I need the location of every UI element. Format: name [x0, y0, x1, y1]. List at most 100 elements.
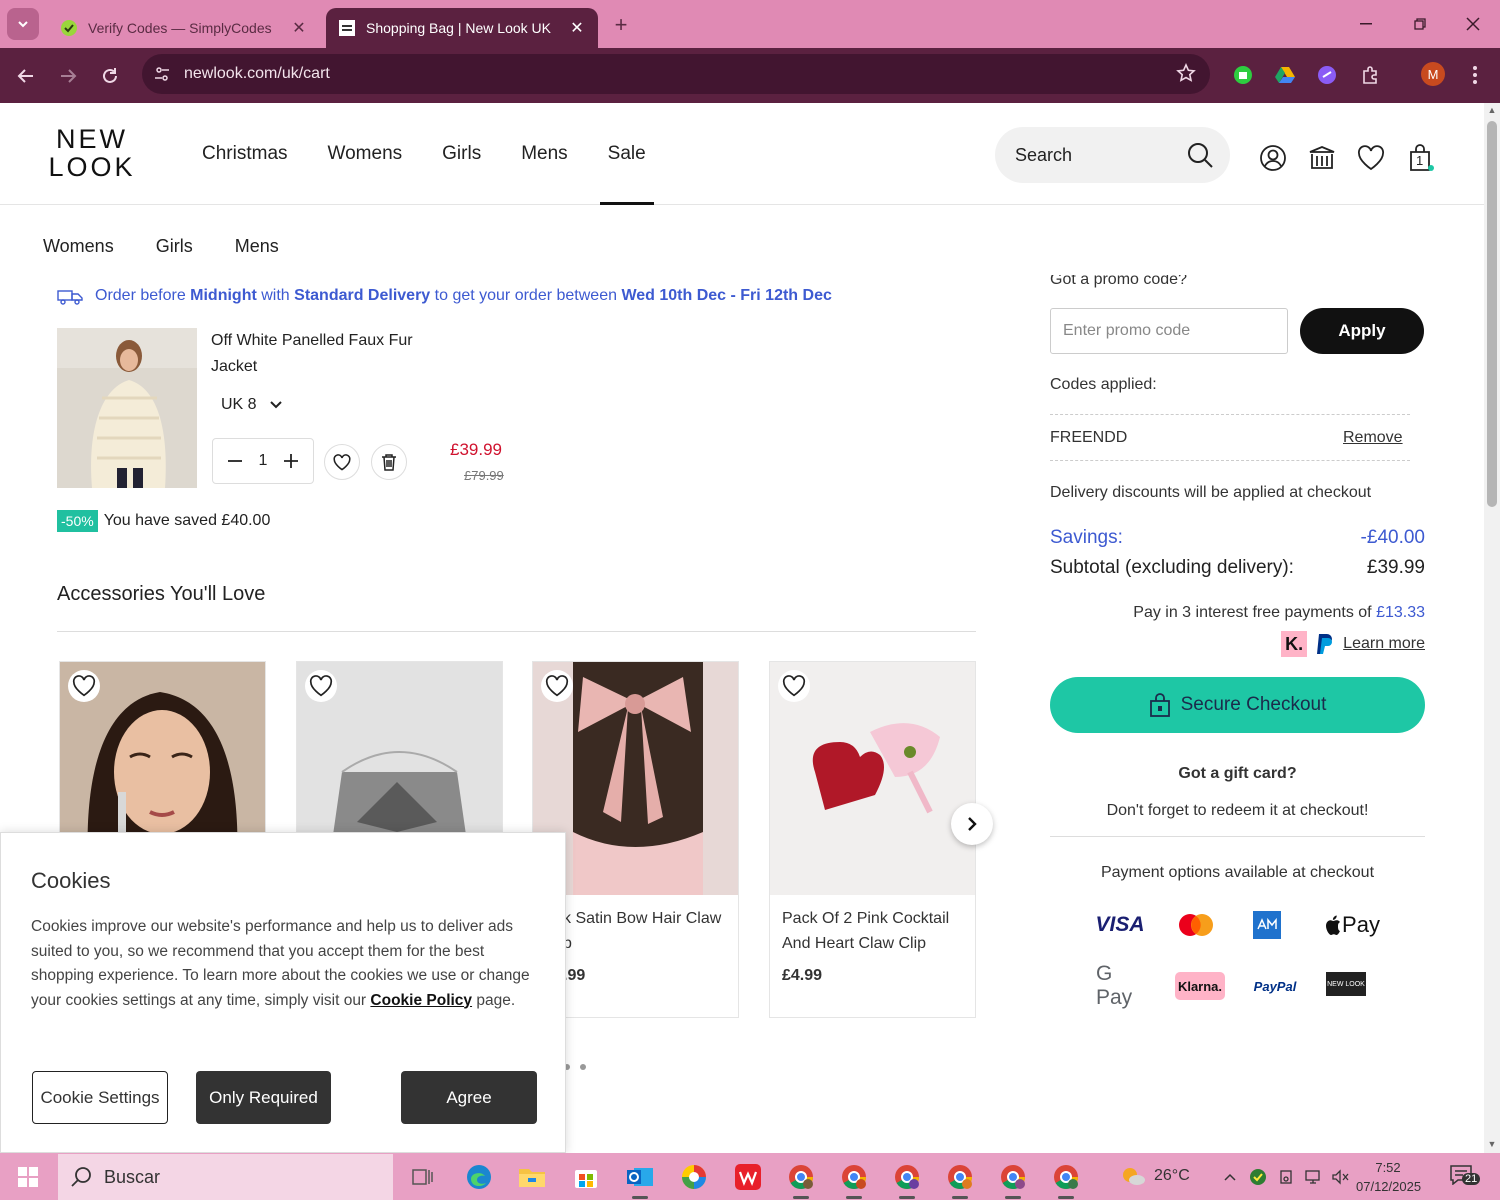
- wishlist-heart-icon[interactable]: [541, 670, 573, 702]
- learn-more-link[interactable]: Learn more: [1343, 635, 1425, 653]
- network-icon[interactable]: [1304, 1167, 1324, 1187]
- profile-avatar[interactable]: M: [1421, 62, 1445, 86]
- chevron-right-icon: [968, 817, 977, 831]
- edge-icon[interactable]: [463, 1161, 495, 1193]
- tab-title: Shopping Bag | New Look UK: [366, 20, 551, 36]
- product-card-name[interactable]: k Satin Bow Hair Claw p: [563, 906, 748, 956]
- restore-window-icon[interactable]: [1400, 8, 1440, 40]
- wishlist-heart-icon[interactable]: [305, 670, 337, 702]
- remove-item-button[interactable]: [371, 444, 407, 480]
- secure-checkout-button[interactable]: Secure Checkout: [1050, 677, 1425, 733]
- remove-code-link[interactable]: Remove: [1343, 429, 1403, 447]
- device-icon[interactable]: [1276, 1167, 1296, 1187]
- bnpl-row: K. Learn more: [1270, 630, 1425, 658]
- chrome-profile-m2-icon[interactable]: [891, 1161, 923, 1199]
- minimize-window-icon[interactable]: [1346, 8, 1386, 40]
- bookmark-star-icon[interactable]: [1176, 63, 1196, 83]
- system-clock[interactable]: 7:52 07/12/2025: [1356, 1158, 1422, 1196]
- decrease-quantity-button[interactable]: [227, 453, 243, 469]
- subnav-mens[interactable]: Mens: [214, 221, 300, 271]
- agree-button[interactable]: Agree: [401, 1071, 537, 1124]
- product-card[interactable]: Pack Of 2 Pink Cocktail And Heart Claw C…: [769, 661, 976, 1018]
- divider: [1050, 836, 1425, 837]
- product-image[interactable]: [57, 328, 197, 488]
- task-view-icon[interactable]: [406, 1161, 438, 1193]
- only-required-button[interactable]: Only Required: [196, 1071, 331, 1124]
- taskbar-search[interactable]: Buscar: [58, 1154, 393, 1200]
- increase-quantity-button[interactable]: [283, 453, 299, 469]
- browser-menu-icon[interactable]: [1462, 62, 1488, 88]
- nav-sale[interactable]: Sale: [588, 103, 666, 205]
- heart-icon: [333, 453, 351, 470]
- chrome-profile-m3-icon[interactable]: [944, 1161, 976, 1199]
- nav-christmas[interactable]: Christmas: [182, 103, 308, 205]
- microsoft-store-icon[interactable]: [570, 1161, 602, 1193]
- close-tab-icon[interactable]: ✕: [568, 19, 586, 37]
- subnav-womens[interactable]: Womens: [0, 221, 135, 271]
- chrome-profile-m-icon[interactable]: [838, 1161, 870, 1199]
- sub-navigation: Womens Girls Mens: [0, 221, 300, 271]
- wishlist-heart-icon[interactable]: [68, 670, 100, 702]
- clock-date: 07/12/2025: [1356, 1179, 1422, 1194]
- product-card-name[interactable]: Pack Of 2 Pink Cocktail And Heart Claw C…: [782, 906, 967, 956]
- extension-shopping-icon[interactable]: [1230, 62, 1256, 88]
- back-button[interactable]: [10, 60, 42, 92]
- nav-mens[interactable]: Mens: [501, 103, 587, 205]
- nav-girls[interactable]: Girls: [422, 103, 501, 205]
- apply-promo-button[interactable]: Apply: [1300, 308, 1424, 354]
- scrollbar-thumb[interactable]: [1487, 121, 1497, 507]
- nav-womens[interactable]: Womens: [308, 103, 423, 205]
- tray-app-icon[interactable]: [1248, 1167, 1268, 1187]
- move-to-wishlist-button[interactable]: [324, 444, 360, 480]
- tab-search-button[interactable]: [7, 8, 39, 40]
- scroll-up-icon[interactable]: ▲: [1487, 105, 1497, 115]
- tab-newlook[interactable]: Shopping Bag | New Look UK ✕: [326, 8, 598, 48]
- file-explorer-icon[interactable]: [516, 1161, 548, 1193]
- scroll-down-icon[interactable]: ▼: [1487, 1139, 1497, 1149]
- color-app-icon[interactable]: [678, 1161, 710, 1193]
- product-name[interactable]: Off White Panelled Faux Fur Jacket: [211, 328, 451, 380]
- new-tab-button[interactable]: +: [608, 12, 634, 38]
- promo-code-input[interactable]: Enter promo code: [1050, 308, 1288, 354]
- account-icon[interactable]: [1258, 143, 1288, 173]
- carousel-dot[interactable]: [580, 1064, 586, 1070]
- active-indicator: [952, 1196, 968, 1199]
- chevron-up-icon[interactable]: [1220, 1167, 1240, 1187]
- size-select[interactable]: UK 8: [221, 392, 283, 418]
- close-tab-icon[interactable]: ✕: [290, 19, 308, 37]
- reload-button[interactable]: [94, 60, 126, 92]
- close-window-icon[interactable]: [1453, 8, 1493, 40]
- wishlist-heart-icon[interactable]: [778, 670, 810, 702]
- site-info-icon[interactable]: [150, 62, 174, 86]
- carousel-next-button[interactable]: [951, 803, 993, 845]
- shopping-bag-icon[interactable]: 1: [1406, 143, 1436, 173]
- address-bar[interactable]: newlook.com/uk/cart: [142, 54, 1210, 94]
- extensions-puzzle-icon[interactable]: [1357, 62, 1383, 88]
- subnav-girls[interactable]: Girls: [135, 221, 214, 271]
- volume-muted-icon[interactable]: [1330, 1167, 1350, 1187]
- search-input[interactable]: Search: [995, 127, 1230, 183]
- notifications-button[interactable]: 21: [1450, 1165, 1481, 1185]
- extension-purple-icon[interactable]: [1314, 62, 1340, 88]
- tab-simplycodes[interactable]: Verify Codes — SimplyCodes ✕: [48, 8, 320, 48]
- search-icon[interactable]: [1186, 141, 1214, 169]
- new-look-logo[interactable]: NEW LOOK: [44, 125, 140, 181]
- wishlist-heart-icon[interactable]: [1356, 143, 1386, 173]
- chrome-profile-f-icon[interactable]: [785, 1161, 817, 1199]
- cookie-policy-link[interactable]: Cookie Policy: [370, 992, 472, 1009]
- outlook-icon[interactable]: [624, 1161, 656, 1199]
- page-scrollbar[interactable]: ▲ ▼: [1484, 103, 1500, 1153]
- active-indicator: [1058, 1196, 1074, 1199]
- chrome-profile-f2-icon[interactable]: [1050, 1161, 1082, 1199]
- extension-drive-icon[interactable]: [1272, 62, 1298, 88]
- chevron-down-icon: [269, 400, 283, 410]
- start-button[interactable]: [8, 1161, 48, 1193]
- weather-widget[interactable]: 26°C: [1120, 1165, 1190, 1187]
- forward-button[interactable]: [52, 60, 84, 92]
- cookie-settings-button[interactable]: Cookie Settings: [32, 1071, 168, 1124]
- chrome-profile-n-icon[interactable]: [997, 1161, 1029, 1199]
- product-card-price: .99: [563, 967, 586, 984]
- wps-office-icon[interactable]: [732, 1161, 764, 1193]
- store-icon[interactable]: [1307, 143, 1337, 173]
- cookie-body-end: page.: [472, 991, 516, 1009]
